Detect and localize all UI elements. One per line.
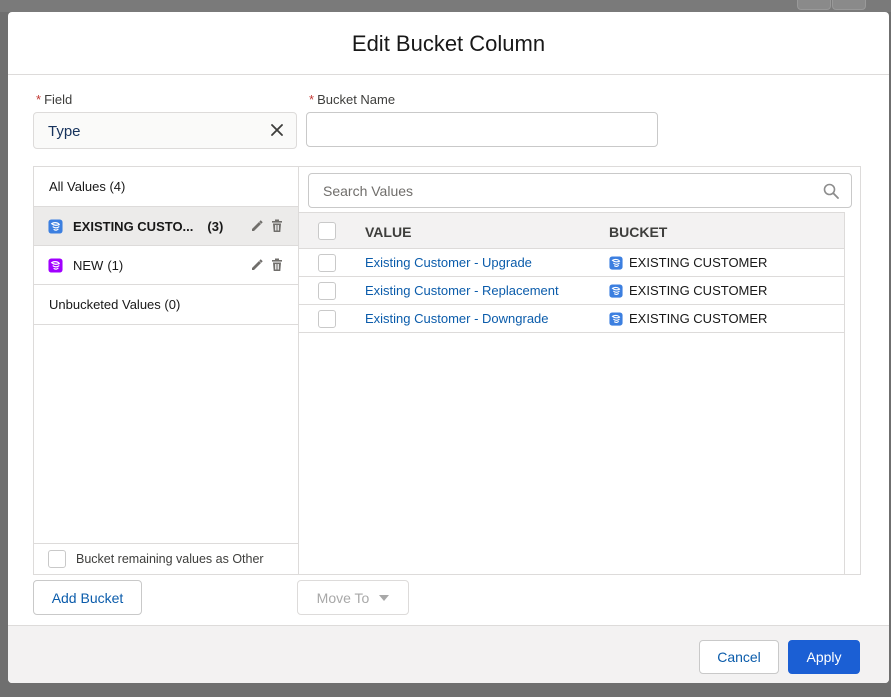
row-bucket: EXISTING CUSTOMER bbox=[609, 255, 767, 270]
edit-bucket-modal: Edit Bucket Column * Field Type * Bucket N… bbox=[8, 12, 889, 683]
modal-title: Edit Bucket Column bbox=[351, 31, 546, 56]
field-select[interactable]: Type bbox=[33, 112, 297, 149]
select-all-checkbox[interactable] bbox=[318, 222, 336, 240]
bucket-icon bbox=[48, 257, 63, 273]
modal-footer: Cancel Apply bbox=[8, 625, 889, 683]
field-value: Type bbox=[48, 123, 81, 140]
search-placeholder: Search Values bbox=[323, 183, 414, 199]
edit-icon[interactable] bbox=[250, 258, 264, 272]
required-marker: * bbox=[309, 92, 315, 107]
bucket-count: (3) bbox=[207, 218, 224, 234]
move-to-label: Move To bbox=[316, 589, 370, 606]
delete-icon[interactable] bbox=[270, 219, 284, 233]
cancel-button[interactable]: Cancel bbox=[699, 640, 779, 674]
bucket-list-panel: All Values (4) EXISTING CUSTO... (3) NEW… bbox=[33, 166, 299, 575]
unbucketed-values-item[interactable]: Unbucketed Values (0) bbox=[34, 285, 298, 325]
all-values-label: All Values (4) bbox=[49, 179, 126, 194]
row-checkbox[interactable] bbox=[318, 282, 336, 300]
values-table: VALUE BUCKET Existing Customer - Upgrade… bbox=[299, 212, 845, 574]
table-header: VALUE BUCKET bbox=[299, 213, 844, 249]
bucket-icon bbox=[609, 311, 623, 326]
move-to-button[interactable]: Move To bbox=[297, 580, 409, 615]
bucket-icon bbox=[609, 255, 623, 270]
bucket-name-label-text: Bucket Name bbox=[317, 92, 396, 107]
bucket-icon bbox=[609, 283, 623, 298]
delete-icon[interactable] bbox=[270, 258, 284, 272]
bucket-label: EXISTING CUSTOMER bbox=[629, 311, 768, 326]
row-checkbox[interactable] bbox=[318, 254, 336, 272]
value-link[interactable]: Existing Customer - Replacement bbox=[365, 283, 559, 298]
bucket-name-input[interactable] bbox=[306, 112, 658, 147]
bucket-name: NEW bbox=[73, 257, 104, 273]
unbucketed-label: Unbucketed Values (0) bbox=[49, 297, 181, 312]
field-label: * Field bbox=[36, 92, 72, 107]
row-bucket: EXISTING CUSTOMER bbox=[609, 283, 767, 298]
required-marker: * bbox=[36, 92, 42, 107]
background-button bbox=[832, 0, 866, 10]
row-bucket: EXISTING CUSTOMER bbox=[609, 311, 767, 326]
edit-icon[interactable] bbox=[250, 219, 264, 233]
row-checkbox[interactable] bbox=[318, 310, 336, 328]
bucket-count: (1) bbox=[107, 257, 124, 273]
bucket-icon bbox=[48, 218, 63, 234]
value-link[interactable]: Existing Customer - Downgrade bbox=[365, 311, 549, 326]
other-checkbox[interactable] bbox=[48, 550, 66, 568]
bucket-item-existing-customer[interactable]: EXISTING CUSTO... (3) bbox=[34, 207, 298, 246]
bucket-item-new[interactable]: NEW (1) bbox=[34, 246, 298, 285]
other-bucket-option: Bucket remaining values as Other bbox=[34, 543, 298, 574]
all-values-item[interactable]: All Values (4) bbox=[34, 167, 298, 207]
table-row: Existing Customer - Downgrade EXISTING C… bbox=[299, 305, 844, 333]
bucket-label: EXISTING CUSTOMER bbox=[629, 255, 768, 270]
column-header-value: VALUE bbox=[365, 224, 412, 240]
search-icon bbox=[823, 183, 839, 199]
other-checkbox-label: Bucket remaining values as Other bbox=[76, 552, 264, 566]
background-button bbox=[797, 0, 831, 10]
table-row: Existing Customer - Upgrade EXISTING CUS… bbox=[299, 249, 844, 277]
bucket-name: EXISTING CUSTO... bbox=[73, 218, 194, 234]
table-row: Existing Customer - Replacement EXISTING… bbox=[299, 277, 844, 305]
clear-icon[interactable] bbox=[270, 123, 284, 137]
field-label-text: Field bbox=[44, 92, 73, 107]
chevron-down-icon bbox=[379, 594, 390, 601]
modal-header: Edit Bucket Column bbox=[8, 12, 889, 75]
background-page bbox=[0, 0, 891, 12]
column-header-bucket: BUCKET bbox=[609, 224, 668, 240]
value-link[interactable]: Existing Customer - Upgrade bbox=[365, 255, 532, 270]
bucket-label: EXISTING CUSTOMER bbox=[629, 283, 768, 298]
apply-button[interactable]: Apply bbox=[788, 640, 860, 674]
values-panel: Search Values VALUE BUCKET Existing Cust… bbox=[298, 166, 861, 575]
search-values-input[interactable]: Search Values bbox=[308, 173, 852, 208]
add-bucket-button[interactable]: Add Bucket bbox=[33, 580, 142, 615]
bucket-name-label: * Bucket Name bbox=[309, 92, 395, 107]
